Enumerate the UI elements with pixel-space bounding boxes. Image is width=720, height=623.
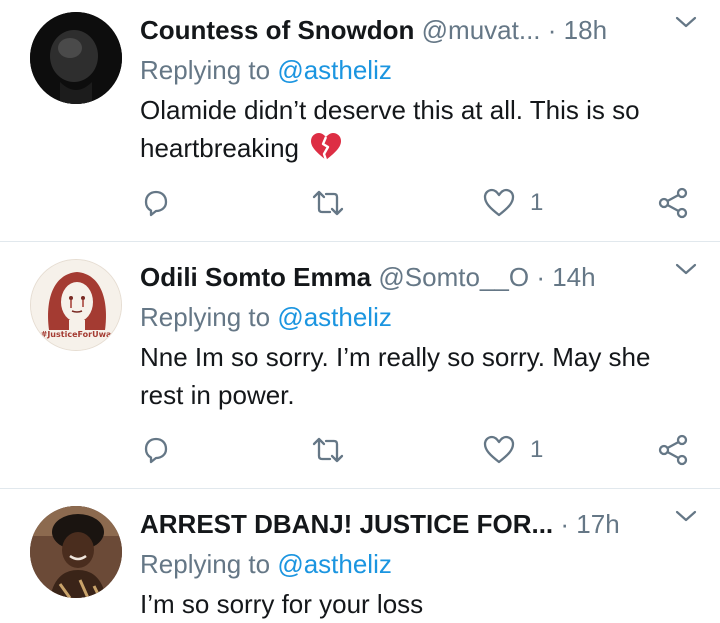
chevron-down-icon[interactable] <box>674 14 698 30</box>
reply-button[interactable] <box>140 183 172 223</box>
share-icon <box>658 187 688 219</box>
display-name[interactable]: Odili Somto Emma <box>140 262 371 292</box>
retweet-icon <box>312 190 344 216</box>
divider <box>0 241 720 242</box>
avatar-image <box>30 506 122 598</box>
replying-to: Replying to @astheliz <box>140 298 392 336</box>
retweet-icon <box>312 437 344 463</box>
display-name[interactable]: ARREST DBANJ! JUSTICE FOR... <box>140 509 553 539</box>
separator-dot: · <box>536 262 545 292</box>
avatar[interactable] <box>30 506 122 598</box>
avatar[interactable] <box>30 12 122 104</box>
tweet[interactable]: Countess of Snowdon @muvat... · 18h Repl… <box>0 0 720 240</box>
share-icon <box>658 434 688 466</box>
retweet-button[interactable] <box>310 430 346 470</box>
chevron-down-icon[interactable] <box>674 261 698 277</box>
heart-icon <box>483 435 515 464</box>
reply-icon <box>144 437 168 464</box>
display-name[interactable]: Countess of Snowdon <box>140 15 414 45</box>
mention-link[interactable]: @astheliz <box>277 549 392 579</box>
tweet-header: Odili Somto Emma @Somto__O · 14h <box>140 257 700 297</box>
tweet-text: Olamide didn’t deserve this at all. This… <box>140 91 700 167</box>
separator-dot: · <box>560 509 570 539</box>
replying-prefix: Replying to <box>140 549 278 579</box>
tweet[interactable]: ARREST DBANJ! JUSTICE FOR... · 17h Reply… <box>0 494 720 622</box>
divider <box>0 488 720 489</box>
replying-prefix: Replying to <box>140 55 278 85</box>
avatar[interactable]: #JusticeForUwa <box>30 259 122 351</box>
tweet-header: Countess of Snowdon @muvat... · 18h <box>140 10 700 50</box>
tweet-text: Nne Im so sorry. I’m really so sorry. Ma… <box>140 342 651 410</box>
tweet-text: I’m so sorry for your loss <box>140 589 424 619</box>
timestamp[interactable]: 14h <box>552 262 595 292</box>
reply-button[interactable] <box>140 430 172 470</box>
mention-link[interactable]: @astheliz <box>277 302 392 332</box>
reply-icon <box>144 190 168 217</box>
handle[interactable]: @muvat... <box>422 15 541 45</box>
replying-to: Replying to @astheliz <box>140 51 392 89</box>
mention-link[interactable]: @astheliz <box>277 55 392 85</box>
like-button[interactable]: 1 <box>482 183 543 223</box>
tweet-actions: 1 <box>140 183 700 223</box>
heart-icon <box>483 188 515 217</box>
avatar-image <box>30 12 122 104</box>
like-count: 1 <box>530 436 544 463</box>
replying-to: Replying to @astheliz <box>140 545 392 583</box>
separator-dot: · <box>547 15 557 45</box>
tweet-header: ARREST DBANJ! JUSTICE FOR... · 17h <box>140 504 700 544</box>
tweet-text-body: Olamide didn’t deserve this at all. This… <box>140 95 640 163</box>
broken-heart-icon <box>311 133 342 161</box>
share-button[interactable] <box>656 183 690 223</box>
like-count: 1 <box>530 189 544 216</box>
like-button[interactable]: 1 <box>482 430 543 470</box>
retweet-button[interactable] <box>310 183 346 223</box>
timestamp[interactable]: 17h <box>576 509 619 539</box>
timestamp[interactable]: 18h <box>564 15 607 45</box>
tweet[interactable]: #JusticeForUwa Odili Somto Emma @Somto__… <box>0 247 720 487</box>
chevron-down-icon[interactable] <box>674 508 698 524</box>
tweet-actions: 1 <box>140 430 700 470</box>
share-button[interactable] <box>656 430 690 470</box>
replying-prefix: Replying to <box>140 302 278 332</box>
avatar-caption: #JusticeForUwa <box>40 330 112 339</box>
handle[interactable]: @Somto__O <box>378 262 529 292</box>
